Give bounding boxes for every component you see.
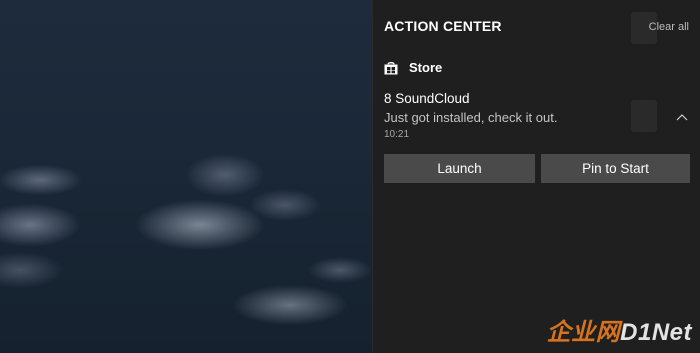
screen: ACTION CENTER Clear all Store 8 SoundClo… xyxy=(0,0,700,353)
watermark-logo: 企业网D1Net xyxy=(547,312,692,347)
notification-item[interactable]: 8 SoundCloud Just got installed, check i… xyxy=(384,90,684,140)
desktop-wallpaper xyxy=(0,0,372,353)
action-center-panel: ACTION CENTER Clear all Store 8 SoundClo… xyxy=(372,0,700,353)
notification-title: 8 SoundCloud xyxy=(384,91,470,106)
watermark-cn: 企业网 xyxy=(546,319,621,346)
chevron-up-icon[interactable] xyxy=(675,110,689,121)
notification-group-label: Store xyxy=(409,60,443,75)
notification-time: 10:21 xyxy=(384,129,410,140)
launch-button[interactable]: Launch xyxy=(384,154,535,183)
clear-all-button[interactable]: Clear all xyxy=(649,21,689,33)
notification-body: Just got installed, check it out. xyxy=(384,110,558,125)
pin-to-start-button[interactable]: Pin to Start xyxy=(541,154,690,183)
watermark-brand: D1Net xyxy=(620,319,692,346)
store-icon xyxy=(384,61,398,75)
action-center-title: ACTION CENTER xyxy=(384,18,502,34)
notification-group-header[interactable]: Store xyxy=(384,60,442,75)
